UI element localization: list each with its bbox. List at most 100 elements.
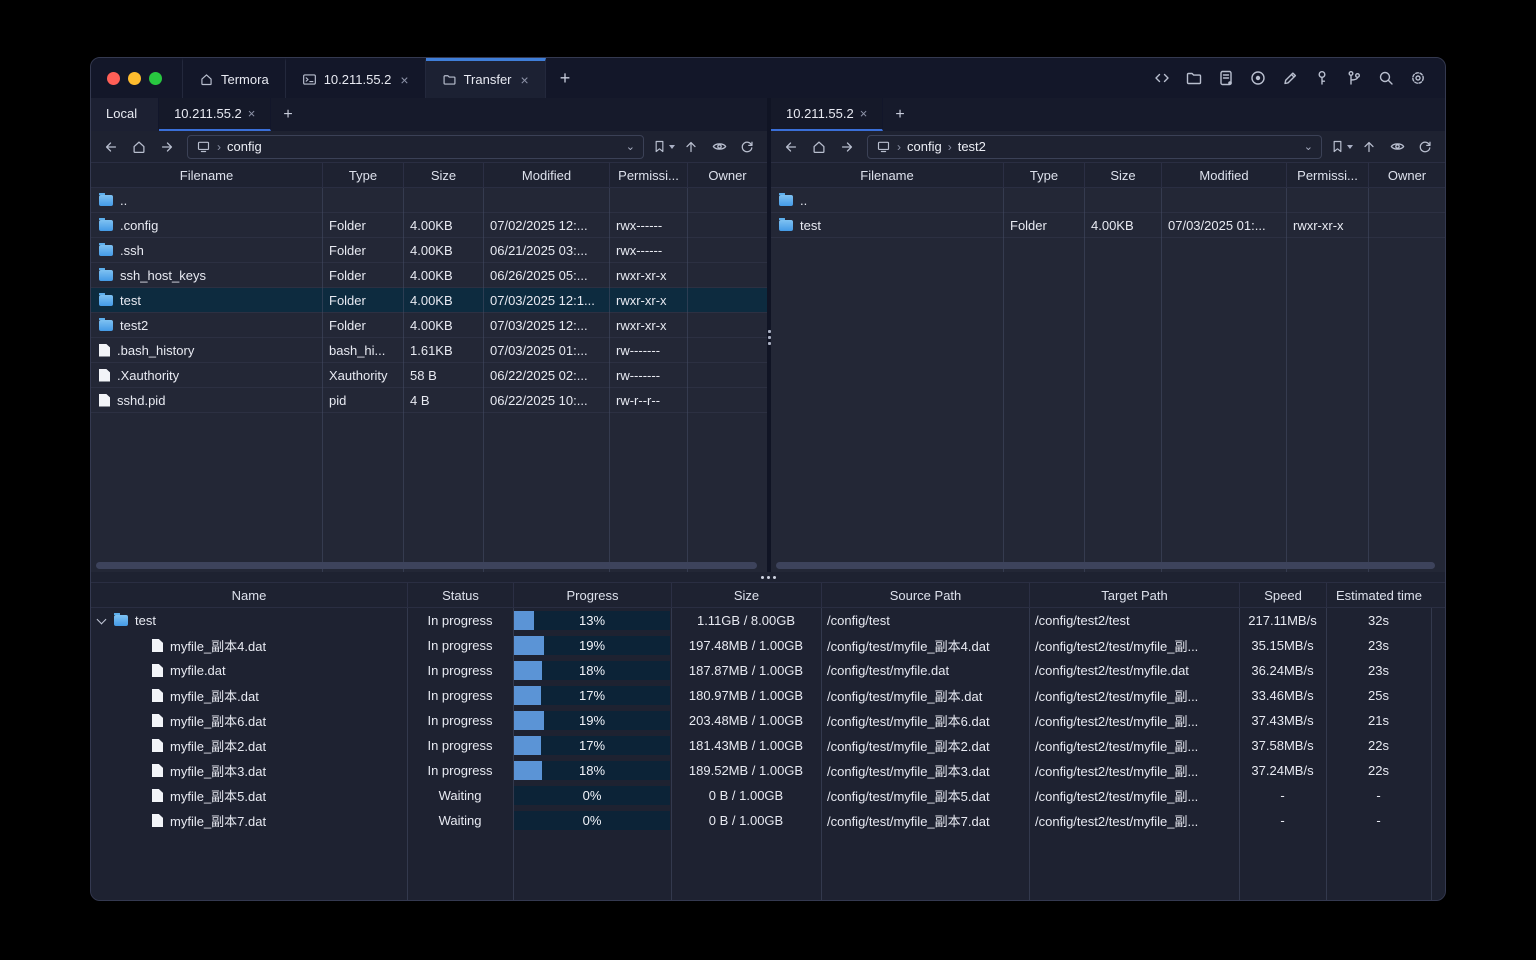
transfer-row[interactable]: myfile.dat In progress 18% 187.87MB / 1.… <box>91 658 1445 683</box>
column-header[interactable]: Size <box>671 583 821 607</box>
column-rule <box>322 188 323 572</box>
code-icon[interactable] <box>1149 65 1175 91</box>
transfer-row[interactable]: myfile_副本4.dat In progress 19% 197.48MB … <box>91 633 1445 658</box>
record-icon[interactable] <box>1245 65 1271 91</box>
back-button[interactable] <box>779 135 803 159</box>
chevron-down-icon[interactable]: ⌄ <box>1304 140 1313 153</box>
transfer-row[interactable]: myfile_副本.dat In progress 17% 180.97MB /… <box>91 683 1445 708</box>
forward-button[interactable] <box>835 135 859 159</box>
column-rule <box>483 188 484 572</box>
column-header[interactable]: Progress <box>513 583 671 607</box>
file-row[interactable]: .Xauthority Xauthority 58 B 06/22/2025 0… <box>91 363 767 388</box>
tab-transfer[interactable]: Transfer × <box>425 58 546 98</box>
minimize-window-button[interactable] <box>128 71 141 85</box>
file-row[interactable]: ssh_host_keys Folder 4.00KB 06/26/2025 0… <box>91 263 767 288</box>
upload-button[interactable] <box>1357 135 1381 159</box>
column-header[interactable]: Status <box>407 583 513 607</box>
close-tab-icon[interactable]: × <box>860 106 868 121</box>
forward-button[interactable] <box>155 135 179 159</box>
search-icon[interactable] <box>1373 65 1399 91</box>
home-button[interactable] <box>807 135 831 159</box>
column-header[interactable]: Modified <box>483 163 609 187</box>
column-header[interactable]: Permissi... <box>1286 163 1368 187</box>
back-button[interactable] <box>99 135 123 159</box>
bookmark-button[interactable] <box>652 139 675 154</box>
column-header[interactable]: Size <box>1084 163 1161 187</box>
file-row[interactable]: test Folder 4.00KB 07/03/2025 12:1... rw… <box>91 288 767 313</box>
key-icon[interactable] <box>1309 65 1335 91</box>
edit-icon[interactable] <box>1277 65 1303 91</box>
transfer-splitter[interactable] <box>91 572 1445 582</box>
close-tab-icon[interactable]: × <box>400 72 408 88</box>
progress-bar: 0% <box>514 811 670 830</box>
log-icon[interactable] <box>1213 65 1239 91</box>
column-header[interactable]: Estimated time <box>1326 583 1431 607</box>
transfer-row[interactable]: test In progress 13% 1.11GB / 8.00GB /co… <box>91 608 1445 633</box>
file-row[interactable]: .config Folder 4.00KB 07/02/2025 12:... … <box>91 213 767 238</box>
close-window-button[interactable] <box>107 71 120 85</box>
column-header[interactable]: Owner <box>1368 163 1445 187</box>
close-tab-icon[interactable]: × <box>248 106 256 121</box>
column-header[interactable]: Source Path <box>821 583 1029 607</box>
file-row[interactable]: test Folder 4.00KB 07/03/2025 01:... rwx… <box>771 213 1445 238</box>
breadcrumb-segment[interactable]: test2 <box>958 139 986 154</box>
file-size: 4.00KB <box>410 217 453 233</box>
column-header[interactable]: Filename <box>91 163 322 187</box>
bookmark-button[interactable] <box>1330 139 1353 154</box>
path-breadcrumb[interactable]: › config ⌄ <box>187 134 644 159</box>
file-row[interactable]: .. <box>91 188 767 213</box>
column-header[interactable]: Type <box>1003 163 1084 187</box>
show-hidden-button[interactable] <box>707 135 731 159</box>
column-header[interactable]: Owner <box>687 163 767 187</box>
panel-tab[interactable]: Local <box>91 98 160 131</box>
column-header[interactable]: Size <box>403 163 483 187</box>
home-button[interactable] <box>127 135 151 159</box>
column-header[interactable]: Target Path <box>1029 583 1239 607</box>
file-row[interactable]: .bash_history bash_hi... 1.61KB 07/03/20… <box>91 338 767 363</box>
file-row[interactable]: .ssh Folder 4.00KB 06/21/2025 03:... rwx… <box>91 238 767 263</box>
breadcrumb-segment[interactable]: config <box>227 139 262 154</box>
upload-button[interactable] <box>679 135 703 159</box>
file-row[interactable]: .. <box>771 188 1445 213</box>
transfer-row[interactable]: myfile_副本7.dat Waiting 0% 0 B / 1.00GB /… <box>91 808 1445 833</box>
transfer-row[interactable]: myfile_副本6.dat In progress 19% 203.48MB … <box>91 708 1445 733</box>
new-panel-tab-button[interactable]: + <box>883 98 916 131</box>
transfer-row[interactable]: myfile_副本3.dat In progress 18% 189.52MB … <box>91 758 1445 783</box>
tab-host[interactable]: 10.211.55.2 × <box>286 58 426 98</box>
column-rule <box>609 188 610 572</box>
column-header[interactable]: Name <box>91 583 407 607</box>
transfer-size: 1.11GB / 8.00GB <box>696 613 796 628</box>
chevron-down-icon[interactable] <box>97 616 107 626</box>
file-row[interactable]: test2 Folder 4.00KB 07/03/2025 12:... rw… <box>91 313 767 338</box>
transfer-status: In progress <box>427 613 493 628</box>
transfer-row[interactable]: myfile_副本5.dat Waiting 0% 0 B / 1.00GB /… <box>91 783 1445 808</box>
column-header[interactable]: Speed <box>1239 583 1326 607</box>
horizontal-scrollbar[interactable] <box>776 562 1435 569</box>
horizontal-scrollbar[interactable] <box>96 562 757 569</box>
folder-icon[interactable] <box>1181 65 1207 91</box>
transfer-row[interactable]: myfile_副本2.dat In progress 17% 181.43MB … <box>91 733 1445 758</box>
transfer-status: In progress <box>427 688 493 703</box>
panel-tab[interactable]: 10.211.55.2 × <box>771 98 884 131</box>
panel-tab[interactable]: 10.211.55.2 × <box>159 98 272 131</box>
path-breadcrumb[interactable]: › config › test2 ⌄ <box>867 134 1322 159</box>
settings-icon[interactable] <box>1405 65 1431 91</box>
breadcrumb-segment[interactable]: config <box>907 139 942 154</box>
new-panel-tab-button[interactable]: + <box>271 98 304 131</box>
column-header[interactable]: Modified <box>1161 163 1286 187</box>
tab-termora[interactable]: Termora <box>182 58 286 98</box>
left-panel-toolbar: › config ⌄ <box>91 131 767 162</box>
zoom-window-button[interactable] <box>149 71 162 85</box>
close-tab-icon[interactable]: × <box>521 72 529 88</box>
file-modified: 07/03/2025 12:... <box>490 317 588 333</box>
show-hidden-button[interactable] <box>1385 135 1409 159</box>
new-tab-button[interactable]: + <box>546 58 585 98</box>
branch-icon[interactable] <box>1341 65 1367 91</box>
chevron-down-icon[interactable]: ⌄ <box>626 140 635 153</box>
refresh-button[interactable] <box>735 135 759 159</box>
refresh-button[interactable] <box>1413 135 1437 159</box>
column-header[interactable]: Permissi... <box>609 163 687 187</box>
column-header[interactable]: Type <box>322 163 403 187</box>
column-header[interactable]: Filename <box>771 163 1003 187</box>
file-row[interactable]: sshd.pid pid 4 B 06/22/2025 10:... rw-r-… <box>91 388 767 413</box>
